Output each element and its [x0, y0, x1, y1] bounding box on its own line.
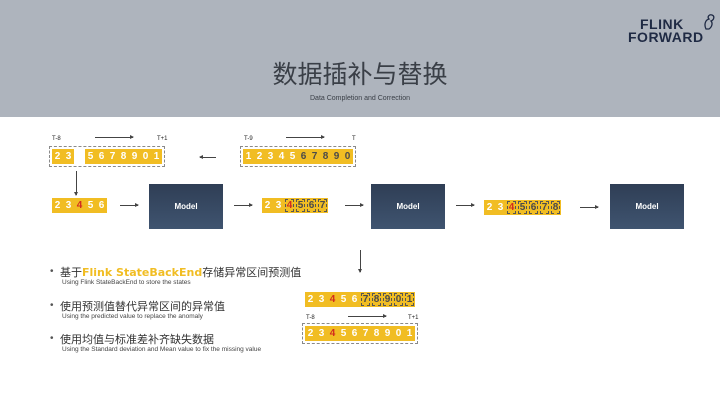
seq-cell: 7 — [362, 328, 369, 339]
seq-cell: 3 — [267, 151, 274, 162]
label-t-minus-8: T-8 — [52, 136, 61, 142]
bullet-dot: • — [50, 300, 54, 311]
seq-cell: 8 — [371, 292, 382, 307]
seq-cell: 1 — [153, 151, 160, 162]
seq-cell: 3 — [65, 200, 72, 211]
seq-cell: 0 — [395, 328, 402, 339]
seq-cell-predicted: 4 — [284, 198, 295, 213]
seq-cell-predicted: 4 — [329, 328, 336, 339]
seq-cell: 6 — [306, 198, 317, 213]
seq-cell: 6 — [98, 200, 105, 211]
seq-cell: 2 — [486, 202, 493, 213]
label-t: T — [352, 136, 356, 142]
seq-cell: 2 — [307, 328, 314, 339]
seq-cell: 3 — [275, 200, 282, 211]
seq-cell: 7 — [539, 200, 550, 215]
seq-cell: 8 — [550, 200, 561, 215]
seq-cell: 4 — [278, 151, 285, 162]
bullet-dot: • — [50, 333, 54, 344]
bullet-text-en: Using the predicted value to replace the… — [62, 313, 203, 320]
time-arrow — [286, 135, 325, 139]
seq-cell: 1 — [404, 292, 415, 307]
bullet-text-en: Using Flink StateBackEnd to store the st… — [62, 279, 191, 286]
seq-cell: 1 — [245, 151, 252, 162]
seq-cell: 2 — [256, 151, 263, 162]
seq-cell: 5 — [340, 294, 347, 305]
seq-cell: 5 — [517, 200, 528, 215]
seq-cell: 7 — [317, 198, 328, 213]
seq-cell-predicted: 4 — [329, 294, 336, 305]
seq-cell: 7 — [109, 151, 116, 162]
label-t-plus-1: T+1 — [157, 136, 168, 142]
flow-arrow — [580, 205, 599, 209]
label-t-plus-1: T+1 — [408, 315, 419, 321]
bullet-text-zh: 使用预测值替代异常区间的异常值 — [60, 300, 225, 313]
seq-cell: 1 — [406, 328, 413, 339]
seq-cell-predicted: 4 — [506, 200, 517, 215]
seq-cell: 9 — [131, 151, 138, 162]
flink-forward-logo: FLINK FORWARD — [628, 17, 710, 48]
sequence-top-left: 2 3 5 6 7 8 9 0 1 — [49, 146, 165, 167]
seq-cell: 5 — [295, 198, 306, 213]
seq-cell: 6 — [528, 200, 539, 215]
flow-arrow — [199, 155, 216, 159]
seq-cell: 7 — [311, 151, 318, 162]
flow-arrow — [120, 203, 139, 207]
label-t-minus-8: T-8 — [306, 315, 315, 321]
sequence-row2-a: 2 3 4 5 6 — [52, 198, 107, 213]
seq-cell: 0 — [393, 292, 404, 307]
seq-cell-predicted: 4 — [76, 200, 83, 211]
sequence-bottom-a: 2 3 4 5 6 7 8 9 0 1 — [305, 292, 415, 307]
sequence-row2-b: 2 3 4 5 6 7 — [262, 198, 328, 213]
flow-arrow — [345, 203, 364, 207]
seq-cell: 6 — [300, 151, 307, 162]
label-t-minus-9: T-9 — [244, 136, 253, 142]
sequence-bottom-b: 2 3 4 5 6 7 8 9 0 1 — [302, 323, 418, 344]
bullet-text-zh: 基于Flink StateBackEnd存储异常区间预测值 — [60, 266, 302, 279]
flow-arrow-down — [74, 171, 78, 196]
time-arrow — [348, 314, 387, 318]
page-title: 数据插补与替换 — [272, 60, 448, 89]
seq-cell: 6 — [351, 294, 358, 305]
bullet-dot: • — [50, 266, 54, 277]
seq-cell: 2 — [54, 151, 61, 162]
seq-cell: 7 — [360, 292, 371, 307]
bullet-text-en: Using the Standard deviation and Mean va… — [62, 346, 262, 353]
seq-cell: 6 — [351, 328, 358, 339]
flow-arrow — [234, 203, 253, 207]
flow-arrow — [456, 203, 475, 207]
page-subtitle: Data Completion and Correction — [310, 95, 410, 102]
bullet-text-zh: 使用均值与标准差补齐缺失数据 — [60, 333, 214, 346]
seq-cell: 3 — [497, 202, 504, 213]
seq-cell: 9 — [384, 328, 391, 339]
seq-cell: 3 — [318, 328, 325, 339]
time-arrow — [95, 135, 134, 139]
seq-cell: 6 — [98, 151, 105, 162]
seq-cell: 5 — [87, 200, 94, 211]
seq-cell: 9 — [333, 151, 340, 162]
squirrel-icon — [704, 14, 715, 30]
seq-cell: 8 — [120, 151, 127, 162]
seq-cell: 3 — [65, 151, 72, 162]
seq-cell: 5 — [87, 151, 94, 162]
seq-cell: 0 — [142, 151, 149, 162]
seq-cell: 3 — [318, 294, 325, 305]
model-box-2: Model — [371, 184, 445, 229]
model-box-1: Model — [149, 184, 223, 229]
sequence-row2-c: 2 3 4 5 6 7 8 — [484, 200, 561, 215]
seq-cell: 8 — [373, 328, 380, 339]
seq-cell: 8 — [322, 151, 329, 162]
seq-cell: 2 — [264, 200, 271, 211]
flow-arrow-down — [358, 250, 362, 273]
seq-cell: 9 — [382, 292, 393, 307]
seq-cell: 2 — [54, 200, 61, 211]
model-box-3: Model — [610, 184, 684, 229]
seq-cell: 5 — [340, 328, 347, 339]
seq-cell: 5 — [289, 151, 296, 162]
seq-cell: 0 — [344, 151, 351, 162]
logo-line-2: FORWARD — [628, 29, 704, 45]
seq-cell: 2 — [307, 294, 314, 305]
sequence-top-mid: 1 2 3 4 5 6 7 8 9 0 — [240, 146, 356, 167]
seq-cell-missing — [74, 149, 85, 164]
